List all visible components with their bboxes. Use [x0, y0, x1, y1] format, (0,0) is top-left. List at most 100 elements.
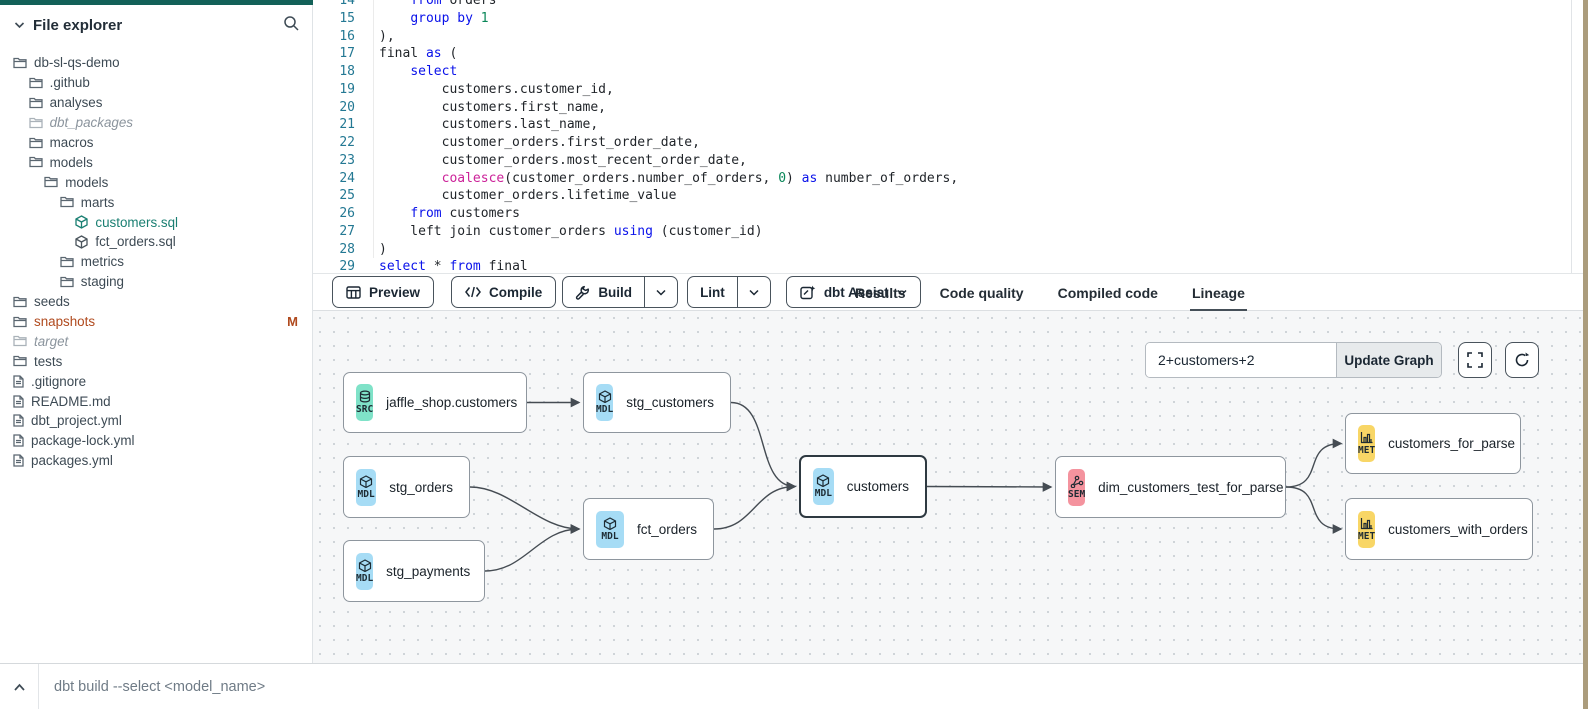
- refresh-icon: [1514, 352, 1530, 368]
- update-graph-button[interactable]: Update Graph: [1336, 343, 1441, 377]
- graph-selector-input[interactable]: [1146, 343, 1336, 377]
- file-explorer-header[interactable]: File explorer: [0, 5, 312, 45]
- lineage-graph[interactable]: SRCjaffle_shop.customers MDLstg_customers…: [313, 311, 1583, 663]
- tree-item-db-sl-qs-demo[interactable]: db-sl-qs-demo: [0, 53, 312, 73]
- tree-item-label: models: [65, 175, 108, 190]
- tree-item-metrics[interactable]: metrics: [0, 252, 312, 272]
- chevron-down-icon[interactable]: [14, 21, 25, 29]
- tree-item-marts[interactable]: marts: [0, 192, 312, 212]
- code-line-20[interactable]: 20 customers.first_name,: [313, 99, 1563, 117]
- folder-icon: [13, 355, 27, 367]
- tree-item-package-lock-yml[interactable]: package-lock.yml: [0, 431, 312, 451]
- lineage-node-customers-for-parse[interactable]: METcustomers_for_parse: [1345, 413, 1521, 474]
- compile-button[interactable]: Compile: [451, 276, 556, 308]
- line-number: 20: [313, 99, 355, 117]
- tab-compiled-code[interactable]: Compiled code: [1056, 274, 1160, 312]
- tree-item-github[interactable]: .github: [0, 73, 312, 93]
- tree-item-snapshots[interactable]: snapshotsM: [0, 312, 312, 332]
- build-button[interactable]: Build: [563, 277, 644, 307]
- tree-item-label: staging: [81, 274, 124, 289]
- code-text: customers.first_name,: [355, 99, 606, 117]
- tab-lineage[interactable]: Lineage: [1190, 274, 1247, 312]
- code-line-29[interactable]: 29select * from final: [313, 258, 1563, 273]
- tree-item-packages-yml[interactable]: packages.yml: [0, 451, 312, 471]
- tree-item-models[interactable]: models: [0, 172, 312, 192]
- folder-icon: [60, 276, 74, 288]
- code-line-18[interactable]: 18 select: [313, 63, 1563, 81]
- command-input[interactable]: [54, 664, 554, 709]
- line-number: 21: [313, 116, 355, 134]
- preview-button[interactable]: Preview: [332, 276, 434, 308]
- editor-toolbar: Preview Compile Build Lint: [313, 273, 1583, 311]
- lineage-node-fct-orders[interactable]: MDLfct_orders: [583, 498, 714, 560]
- node-label: stg_orders: [389, 480, 469, 495]
- lineage-node-stg-orders[interactable]: MDLstg_orders: [343, 456, 470, 518]
- fullscreen-button[interactable]: [1458, 342, 1492, 378]
- tree-item-tests[interactable]: tests: [0, 351, 312, 371]
- line-number: 29: [313, 258, 355, 273]
- code-editor[interactable]: 14 from orders15 group by 116),17final a…: [313, 0, 1583, 273]
- folder-icon: [13, 57, 27, 69]
- build-dropdown[interactable]: [644, 277, 677, 307]
- tab-results[interactable]: Results: [853, 274, 908, 312]
- code-line-24[interactable]: 24 coalesce(customer_orders.number_of_or…: [313, 170, 1563, 188]
- code-line-15[interactable]: 15 group by 1: [313, 10, 1563, 28]
- screen-edge-strip: [1583, 0, 1588, 709]
- code-line-22[interactable]: 22 customer_orders.first_order_date,: [313, 134, 1563, 152]
- code-line-21[interactable]: 21 customers.last_name,: [313, 116, 1563, 134]
- main-panel: 14 from orders15 group by 116),17final a…: [313, 0, 1583, 663]
- code-text: customer_orders.lifetime_value: [355, 187, 676, 205]
- compile-label: Compile: [489, 285, 542, 300]
- tree-item-dbt-packages[interactable]: dbt_packages: [0, 113, 312, 133]
- code-text: select: [355, 63, 457, 81]
- tree-item-fct-orders-sql[interactable]: fct_orders.sql: [0, 232, 312, 252]
- tree-item-gitignore[interactable]: .gitignore: [0, 371, 312, 391]
- code-line-25[interactable]: 25 customer_orders.lifetime_value: [313, 187, 1563, 205]
- code-line-14[interactable]: 14 from orders: [313, 0, 1563, 10]
- tree-item-seeds[interactable]: seeds: [0, 292, 312, 312]
- tree-item-target[interactable]: target: [0, 331, 312, 351]
- code-line-27[interactable]: 27 left join customer_orders using (cust…: [313, 223, 1563, 241]
- code-text: group by 1: [355, 10, 489, 28]
- code-line-23[interactable]: 23 customer_orders.most_recent_order_dat…: [313, 152, 1563, 170]
- tree-item-label: seeds: [34, 294, 70, 309]
- lineage-node-dim-customers-test-for-parse[interactable]: SEMdim_customers_test_for_parse: [1055, 456, 1286, 518]
- code-line-28[interactable]: 28): [313, 241, 1563, 259]
- line-number: 24: [313, 170, 355, 188]
- code-line-19[interactable]: 19 customers.customer_id,: [313, 81, 1563, 99]
- code-line-17[interactable]: 17final as (: [313, 45, 1563, 63]
- result-tabs: Results Code quality Compiled code Linea…: [853, 274, 1247, 312]
- tree-item-macros[interactable]: macros: [0, 133, 312, 153]
- tree-item-analyses[interactable]: analyses: [0, 93, 312, 113]
- tab-code-quality[interactable]: Code quality: [938, 274, 1026, 312]
- lineage-node-stg-customers[interactable]: MDLstg_customers: [583, 372, 731, 433]
- badge-label: MDL: [815, 488, 832, 499]
- tree-item-label: target: [34, 334, 68, 349]
- lineage-node-customers-with-orders[interactable]: METcustomers_with_orders: [1345, 498, 1533, 560]
- tree-item-label: db-sl-qs-demo: [34, 55, 120, 70]
- fullscreen-icon: [1467, 352, 1483, 368]
- file-explorer-title: File explorer: [33, 17, 122, 34]
- tree-item-readme-md[interactable]: README.md: [0, 391, 312, 411]
- expand-command-bar-button[interactable]: [13, 679, 26, 697]
- tree-item-customers-sql[interactable]: customers.sql: [0, 212, 312, 232]
- lineage-node-stg-payments[interactable]: MDLstg_payments: [343, 540, 485, 602]
- tree-item-models[interactable]: models: [0, 152, 312, 172]
- lint-button[interactable]: Lint: [688, 277, 737, 307]
- node-label: customers_with_orders: [1388, 522, 1544, 537]
- lineage-node-jaffle-shop-customers[interactable]: SRCjaffle_shop.customers: [343, 372, 527, 433]
- badge-label: MET: [1358, 445, 1375, 456]
- file-icon: [13, 434, 24, 447]
- node-badge-met: MET: [1358, 511, 1375, 548]
- code-line-26[interactable]: 26 from customers: [313, 205, 1563, 223]
- tree-item-dbt-project-yml[interactable]: dbt_project.yml: [0, 411, 312, 431]
- lineage-node-customers[interactable]: MDLcustomers: [799, 455, 927, 518]
- tree-item-staging[interactable]: staging: [0, 272, 312, 292]
- refresh-button[interactable]: [1505, 342, 1539, 378]
- lint-dropdown[interactable]: [737, 277, 770, 307]
- code-line-16[interactable]: 16),: [313, 28, 1563, 46]
- edge-fct-orders-to-customers: [714, 487, 795, 530]
- edge-customers-to-dim-customers-test-for-parse: [927, 487, 1051, 488]
- search-icon[interactable]: [283, 15, 300, 37]
- folder-icon: [13, 335, 27, 347]
